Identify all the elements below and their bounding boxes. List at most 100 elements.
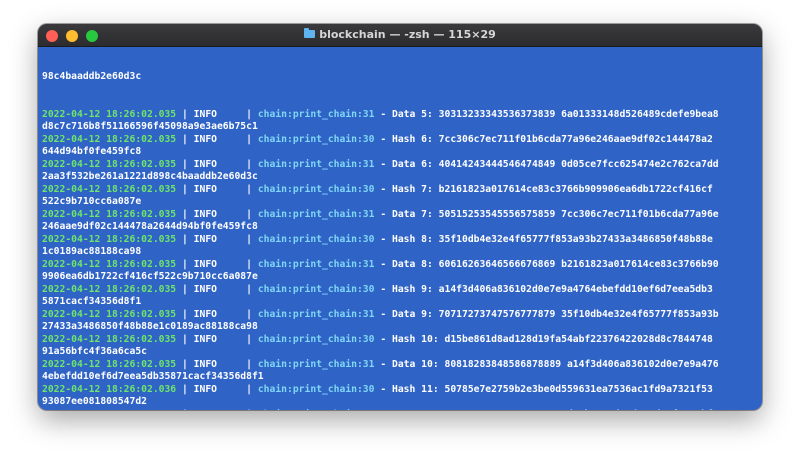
log-message: - Data 10: 80818283848586878889 a14f3d40… — [380, 358, 719, 370]
log-source: chain:print_chain:30 — [257, 383, 375, 395]
log-message-continuation: 644d94bf0fe459fc8 — [42, 146, 142, 157]
log-line: 2022-04-12 18:26:02.035 | INFO | chain:p… — [42, 234, 758, 247]
log-source: chain:print_chain:30 — [257, 133, 375, 145]
log-source: chain:print_chain:30 — [257, 283, 375, 295]
log-level: INFO — [193, 308, 217, 320]
log-line: 2022-04-12 18:26:02.035 | INFO | chain:p… — [42, 309, 758, 322]
log-message: - Data 9: 70717273747576777879 35f10db4e… — [380, 308, 719, 320]
log-separator: | — [176, 208, 194, 220]
log-separator: | — [217, 358, 258, 370]
folder-icon — [304, 28, 316, 38]
log-timestamp: 2022-04-12 18:26:02.035 — [42, 258, 177, 270]
log-timestamp: 2022-04-12 18:26:02.035 — [42, 208, 177, 220]
log-message-continuation: 27433a3486850f48b88e1c0189ac88188ca98 — [42, 321, 258, 332]
log-level: INFO — [193, 358, 217, 370]
title-bar: blockchain — -zsh — 115×29 — [38, 24, 762, 47]
log-message: - Hash 10: d15be861d8ad128d19fa54abf2237… — [380, 333, 713, 345]
log-line: 2022-04-12 18:26:02.035 | INFO | chain:p… — [42, 359, 758, 372]
log-line: 2022-04-12 18:26:02.035 | INFO | chain:p… — [42, 284, 758, 297]
log-separator: | — [217, 409, 258, 411]
log-timestamp: 2022-04-12 18:26:02.035 — [42, 358, 177, 370]
log-level: INFO — [193, 383, 217, 395]
log-line: 2022-04-12 18:26:02.035 | INFO | chain:p… — [42, 184, 758, 197]
log-separator: | — [176, 158, 194, 170]
log-line: 2022-04-12 18:26:02.035 | INFO | chain:p… — [42, 209, 758, 222]
log-message-continuation: 91a56bfc4f36a6ca5c — [42, 346, 147, 357]
log-separator: | — [217, 208, 258, 220]
log-timestamp: 2022-04-12 18:26:02.035 — [42, 333, 177, 345]
log-source: chain:print_chain:31 — [257, 308, 375, 320]
log-source: chain:print_chain:31 — [257, 158, 375, 170]
log-separator: | — [176, 333, 194, 345]
log-separator: | — [217, 283, 258, 295]
log-source: chain:print_chain:31 — [257, 258, 375, 270]
log-line: 2022-04-12 18:26:02.035 | INFO | chain:p… — [42, 109, 758, 122]
log-separator: | — [217, 308, 258, 320]
log-separator: | — [176, 383, 194, 395]
log-source: chain:print_chain:31 — [257, 358, 375, 370]
log-message: - Data 8: 60616263646566676869 b2161823a… — [380, 258, 719, 270]
log-level: INFO — [193, 183, 217, 195]
terminal-window: blockchain — -zsh — 115×29 98c4baaddb2e6… — [38, 24, 762, 410]
log-separator: | — [217, 108, 258, 120]
log-level: INFO — [193, 208, 217, 220]
log-timestamp: 2022-04-12 18:26:02.036 — [42, 383, 177, 395]
log-level: INFO — [193, 283, 217, 295]
log-source: chain:print_chain:30 — [257, 233, 375, 245]
log-message: - Hash 11: 50785e7e2759b2e3be0d559631ea7… — [380, 383, 713, 395]
log-source: chain:print_chain:31 — [257, 208, 375, 220]
log-separator: | — [176, 258, 194, 270]
log-message-continuation: 5871cacf34356d8f1 — [42, 296, 142, 307]
log-timestamp: 2022-04-12 18:26:02.035 — [42, 308, 177, 320]
log-message: - Data 7: 50515253545556575859 7cc306c7e… — [380, 208, 719, 220]
log-separator: | — [217, 133, 258, 145]
log-message-continuation: 522c9b710cc6a087e — [42, 196, 142, 207]
log-message-continuation: 93087ee081808547d2 — [42, 396, 147, 407]
log-separator: | — [176, 183, 194, 195]
log-message: - Hash 9: a14f3d406a836102d0e7e9a4764ebe… — [380, 283, 713, 295]
log-message: - Data 5: 30313233343536373839 6a0133314… — [380, 108, 719, 120]
terminal-output[interactable]: 98c4baaddb2e60d3c 2022-04-12 18:26:02.03… — [42, 46, 758, 410]
log-message: - Data 11: 90919293949596979899 d15be861… — [380, 409, 718, 411]
log-separator: | — [217, 383, 258, 395]
log-message: - Hash 6: 7cc306c7ec711f01b6cda77a96e246… — [380, 133, 713, 145]
log-line: 2022-04-12 18:26:02.035 | INFO | chain:p… — [42, 334, 758, 347]
log-separator: | — [176, 108, 194, 120]
log-message: - Hash 7: b2161823a017614ce83c3766b90990… — [380, 183, 713, 195]
log-line: 2022-04-12 18:26:02.036 | INFO | chain:p… — [42, 384, 758, 397]
log-separator: | — [176, 409, 194, 411]
log-level: INFO — [193, 133, 217, 145]
log-message-continuation: 9906ea6db1722cf416cf522c9b710cc6a087e — [42, 271, 258, 282]
log-separator: | — [217, 233, 258, 245]
log-line: 2022-04-12 18:26:02.035 | INFO | chain:p… — [42, 259, 758, 272]
log-source: chain:print_chain:31 — [258, 409, 375, 411]
log-separator: | — [176, 133, 194, 145]
log-line: 2022-04-12 18:26:02.036 | INFO | chain:p… — [42, 409, 758, 411]
window-title-text: blockchain — -zsh — 115×29 — [319, 28, 496, 41]
log-message: - Data 6: 40414243444546474849 0d05ce7fc… — [380, 158, 719, 170]
log-source: chain:print_chain:30 — [257, 183, 375, 195]
log-level: INFO — [194, 409, 217, 411]
log-separator: | — [217, 183, 258, 195]
log-separator: | — [217, 158, 258, 170]
log-separator: | — [176, 283, 194, 295]
log-timestamp: 2022-04-12 18:26:02.035 — [42, 133, 177, 145]
log-message-continuation: 246aae9df02c144478a2644d94bf0fe459fc8 — [42, 221, 258, 232]
log-timestamp: 2022-04-12 18:26:02.035 — [42, 158, 177, 170]
log-separator: | — [217, 333, 258, 345]
log-message-continuation: d8c7c716b8f51166596f45098a9e3ae6b75c1 — [42, 121, 258, 132]
log-level: INFO — [193, 158, 217, 170]
log-line: 2022-04-12 18:26:02.035 | INFO | chain:p… — [42, 159, 758, 172]
log-level: INFO — [193, 108, 217, 120]
log-timestamp: 2022-04-12 18:26:02.035 — [42, 233, 177, 245]
log-separator: | — [176, 358, 194, 370]
log-separator: | — [176, 233, 194, 245]
log-message-continuation: 4ebefdd10ef6d7eea5db35871cacf34356d8f1 — [42, 371, 264, 382]
log-timestamp: 2022-04-12 18:26:02.035 — [42, 283, 177, 295]
log-message-continuation: 2aa3f532be261a1221d898c4baaddb2e60d3c — [42, 171, 258, 182]
log-level: INFO — [193, 333, 217, 345]
log-message-continuation: 1c0189ac88188ca98 — [42, 246, 142, 257]
output-line: 98c4baaddb2e60d3c — [42, 71, 142, 82]
log-source: chain:print_chain:31 — [257, 108, 375, 120]
window-title: blockchain — -zsh — 115×29 — [38, 28, 762, 41]
